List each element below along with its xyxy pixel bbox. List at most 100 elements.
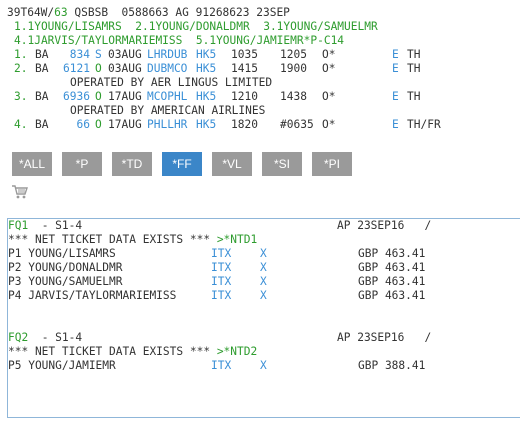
segment-num: 4. <box>14 118 28 131</box>
fare-passenger-x[interactable]: X <box>260 289 267 303</box>
fare-quote-ap-date: AP 23SEP16 / <box>337 219 432 232</box>
toolbar-button-all[interactable]: *ALL <box>12 152 52 176</box>
segment-num: 1. <box>14 48 28 61</box>
pnr-record-locator: 39T64W/ <box>7 6 55 19</box>
toolbar-button-ff[interactable]: *FF <box>162 152 202 176</box>
fare-passenger-type[interactable]: ITX <box>211 289 231 303</box>
segment-day: TH <box>407 90 421 103</box>
segment-status: HK5 <box>196 90 217 103</box>
segment-cls: S <box>95 48 102 61</box>
segment-flight[interactable]: 6121 <box>63 62 90 76</box>
operated-by-note-seg3: OPERATED BY AMERICAN AIRLINES <box>70 104 266 117</box>
segment-cls: O <box>95 118 102 131</box>
segment-flight[interactable]: 834 <box>63 48 90 62</box>
segment-row: 2. BA 6121 O 03AUG DUBMCO HK5 1415 1900 O* E TH <box>0 62 520 76</box>
segment-flag: O* <box>322 118 336 131</box>
segment-route[interactable]: LHRDUB <box>147 48 187 62</box>
fare-passenger-name: P4 JARVIS/TAYLORMARIEMISS <box>8 289 177 302</box>
fare-passenger-amount: GBP 463.41 <box>358 261 426 274</box>
segment-row: 3. BA 6936 O 17AUG MCOPHL HK5 1210 1438 O* E TH <box>0 90 520 104</box>
net-ticket-data-link[interactable]: >*NTD2 <box>217 345 257 358</box>
segment-airline: BA <box>35 62 49 75</box>
segment-status: HK5 <box>196 48 217 61</box>
fare-passenger-type[interactable]: ITX <box>211 275 231 289</box>
fare-quote-header: FQ1 - S1-4 <box>8 219 82 233</box>
fare-passenger-amount: GBP 463.41 <box>358 275 426 288</box>
segment-arr: 1900 <box>280 62 307 75</box>
segment-flag: O* <box>322 62 336 75</box>
shopping-cart-icon[interactable] <box>12 185 28 199</box>
segment-date: 03AUG <box>108 48 142 61</box>
net-ticket-data-text: *** NET TICKET DATA EXISTS *** <box>8 345 217 358</box>
fare-passenger-type[interactable]: ITX <box>211 359 231 373</box>
segment-num: 2. <box>14 62 28 75</box>
toolbar-button-p[interactable]: *P <box>62 152 102 176</box>
fare-passenger-name: P2 YOUNG/DONALDMR <box>8 261 123 274</box>
fare-quote-panel: FQ1 - S1-4 AP 23SEP16 / *** NET TICKET DAT… <box>7 218 520 418</box>
toolbar-button-vl[interactable]: *VL <box>212 152 252 176</box>
fare-passenger-x[interactable]: X <box>260 261 267 275</box>
segment-date: 17AUG <box>108 90 142 103</box>
fare-passenger-amount: GBP 463.41 <box>358 289 426 302</box>
fare-passenger-x[interactable]: X <box>260 275 267 289</box>
segment-arr: 1438 <box>280 90 307 103</box>
net-ticket-data-line: *** NET TICKET DATA EXISTS *** >*NTD2 <box>8 345 257 359</box>
segment-cls: O <box>95 90 102 103</box>
fare-passenger-type[interactable]: ITX <box>211 261 231 275</box>
fare-passenger-x[interactable]: X <box>260 359 267 373</box>
segment-dep: 1035 <box>231 48 258 61</box>
fare-passenger-amount: GBP 463.41 <box>358 247 426 260</box>
pnr-header-details: QSBSB 0588663 AG 91268623 23SEP <box>67 6 290 19</box>
fare-passenger-name: P5 YOUNG/JAMIEMR <box>8 359 116 372</box>
segment-arr: #0635 <box>280 118 314 131</box>
segment-flight[interactable]: 6936 <box>63 90 90 104</box>
segment-route[interactable]: PHLLHR <box>147 118 187 132</box>
pnr-header: 39T64W/63 QSBSB 0588663 AG 91268623 23SE… <box>7 6 290 20</box>
segment-eticket: E <box>392 118 399 131</box>
fare-quote-ap-date: AP 23SEP16 / <box>337 331 432 344</box>
segment-dep: 1210 <box>231 90 258 103</box>
segment-flag: O* <box>322 48 336 61</box>
toolbar-button-td[interactable]: *TD <box>112 152 152 176</box>
toolbar-button-pi[interactable]: *PI <box>312 152 352 176</box>
segment-dep: 1415 <box>231 62 258 75</box>
fare-quote-segments: - S1-4 <box>28 331 83 344</box>
net-ticket-data-text: *** NET TICKET DATA EXISTS *** <box>8 233 217 246</box>
segment-eticket: E <box>392 90 399 103</box>
segment-eticket: E <box>392 48 399 61</box>
segment-day: TH <box>407 48 421 61</box>
segment-route[interactable]: DUBMCO <box>147 62 187 76</box>
segment-date: 03AUG <box>108 62 142 75</box>
pnr-agent-code[interactable]: 63 <box>54 6 67 19</box>
segment-arr: 1205 <box>280 48 307 61</box>
fare-passenger-name: P1 YOUNG/LISAMRS <box>8 247 116 260</box>
toolbar-button-si[interactable]: *SI <box>262 152 302 176</box>
segment-dep: 1820 <box>231 118 258 131</box>
segment-status: HK5 <box>196 118 217 131</box>
net-ticket-data-link[interactable]: >*NTD1 <box>217 233 257 246</box>
segment-airline: BA <box>35 48 49 61</box>
segment-flag: O* <box>322 90 336 103</box>
fare-quote-id[interactable]: FQ2 <box>8 331 28 344</box>
segment-date: 17AUG <box>108 118 142 131</box>
segment-row: 1. BA 834 S 03AUG LHRDUB HK5 1035 1205 O* E TH <box>0 48 520 62</box>
operated-by-note-seg2: OPERATED BY AER LINGUS LIMITED <box>70 76 273 89</box>
fare-passenger-amount: GBP 388.41 <box>358 359 426 372</box>
passenger-names-line-2[interactable]: 4.1JARVIS/TAYLORMARIEMISS 5.1YOUNG/JAMIE… <box>14 34 344 48</box>
fare-quote-segments: - S1-4 <box>28 219 83 232</box>
fare-quote-id[interactable]: FQ1 <box>8 219 28 232</box>
segment-row: 4. BA 66 O 17AUG PHLLHR HK5 1820 #0635 O* E TH/FR <box>0 118 520 132</box>
fare-passenger-x[interactable]: X <box>260 247 267 261</box>
fare-quote-header: FQ2 - S1-4 <box>8 331 82 345</box>
segment-airline: BA <box>35 118 49 131</box>
segment-airline: BA <box>35 90 49 103</box>
fare-passenger-type[interactable]: ITX <box>211 247 231 261</box>
segment-cls: O <box>95 62 102 75</box>
segment-status: HK5 <box>196 62 217 75</box>
net-ticket-data-line: *** NET TICKET DATA EXISTS *** >*NTD1 <box>8 233 257 247</box>
passenger-names-line-1[interactable]: 1.1YOUNG/LISAMRS 2.1YOUNG/DONALDMR 3.1YO… <box>14 20 378 34</box>
segment-day: TH <box>407 62 421 75</box>
segment-day: TH/FR <box>407 118 441 131</box>
segment-flight[interactable]: 66 <box>63 118 89 132</box>
segment-route[interactable]: MCOPHL <box>147 90 187 104</box>
